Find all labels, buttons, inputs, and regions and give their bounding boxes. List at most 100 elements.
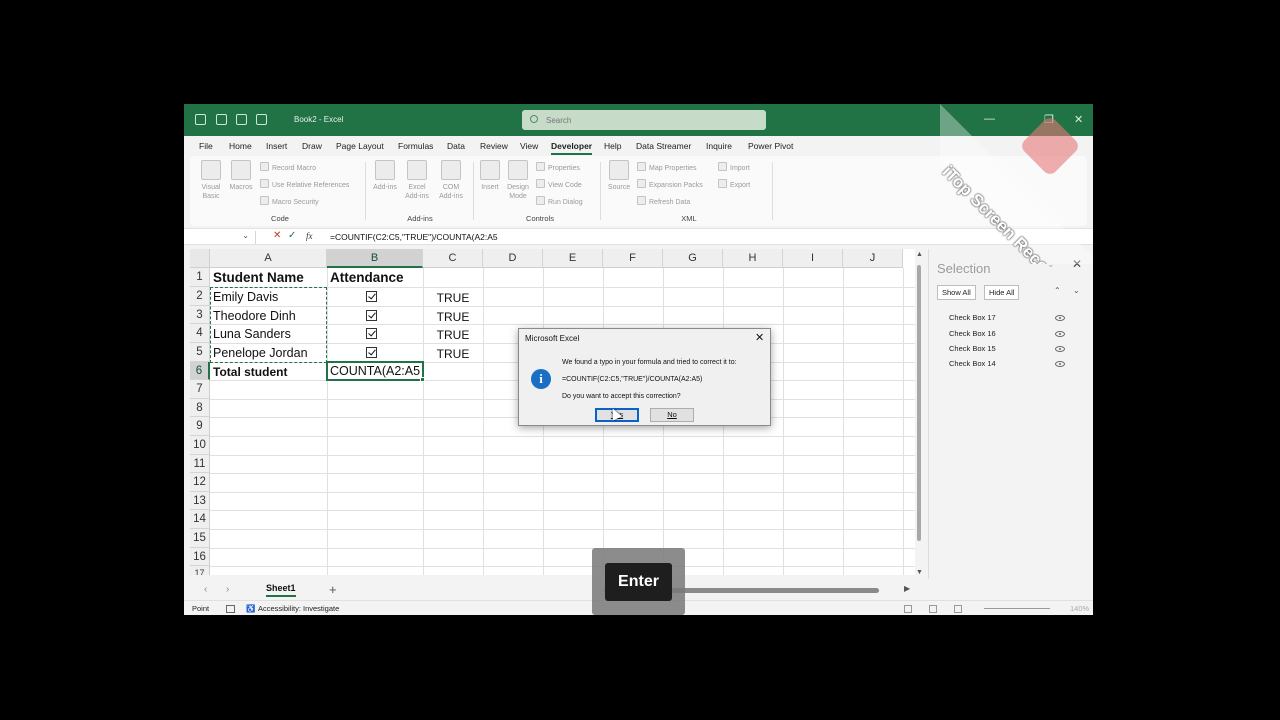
accessibility-status[interactable]: Accessibility: Investigate xyxy=(258,604,339,613)
tab-power-pivot[interactable]: Power Pivot xyxy=(748,141,793,151)
column-header[interactable]: D xyxy=(483,249,543,268)
page-layout-view-icon[interactable] xyxy=(929,605,937,613)
scroll-down-icon[interactable]: ▼ xyxy=(915,569,924,576)
row-header[interactable]: 4 xyxy=(190,324,210,343)
close-icon[interactable]: ✕ xyxy=(1072,257,1082,271)
normal-view-icon[interactable] xyxy=(904,605,912,613)
attendance-checkbox[interactable] xyxy=(366,310,377,321)
search-input[interactable] xyxy=(546,113,746,127)
cell-status[interactable]: TRUE xyxy=(423,291,483,305)
column-header[interactable]: H xyxy=(723,249,783,268)
row-header[interactable]: 5 xyxy=(190,343,210,362)
cell-status[interactable]: TRUE xyxy=(423,310,483,324)
tab-review[interactable]: Review xyxy=(480,141,508,151)
cell-a1[interactable]: Student Name xyxy=(213,270,304,285)
import-button[interactable]: Import xyxy=(718,162,750,172)
tab-draw[interactable]: Draw xyxy=(302,141,322,151)
sheet-tab-sheet1[interactable]: Sheet1 xyxy=(266,583,296,597)
cell-a6[interactable]: Total student xyxy=(213,365,287,379)
relative-references-button[interactable]: Use Relative References xyxy=(260,179,349,189)
page-break-view-icon[interactable] xyxy=(954,605,962,613)
select-all-button[interactable] xyxy=(190,249,210,268)
tab-insert[interactable]: Insert xyxy=(266,141,287,151)
view-code-button[interactable]: View Code xyxy=(536,179,582,189)
row-header[interactable]: 6 xyxy=(190,362,210,380)
export-button[interactable]: Export xyxy=(718,179,750,189)
add-sheet-button[interactable]: + xyxy=(329,582,337,597)
column-header[interactable]: I xyxy=(783,249,843,268)
name-box[interactable]: ⌄ xyxy=(190,231,256,244)
macro-security-button[interactable]: Macro Security xyxy=(260,196,319,206)
undo-icon[interactable] xyxy=(236,114,247,125)
send-backward-icon[interactable]: ⌄ xyxy=(1073,286,1080,295)
chevron-left-icon[interactable]: ‹ xyxy=(204,584,207,595)
row-header[interactable]: 8 xyxy=(190,399,210,417)
insert-control-button[interactable]: Insert xyxy=(478,160,502,192)
minimize-icon[interactable]: — xyxy=(984,113,995,125)
com-add-ins-button[interactable]: COM Add-ins xyxy=(436,160,466,201)
eye-icon[interactable] xyxy=(1055,331,1065,337)
column-header[interactable]: J xyxy=(843,249,903,268)
enter-icon[interactable]: ✓ xyxy=(288,230,296,241)
map-properties-button[interactable]: Map Properties xyxy=(637,162,696,172)
row-header[interactable]: 9 xyxy=(190,417,210,436)
insert-function-button[interactable]: fx xyxy=(306,231,313,241)
source-button[interactable]: Source xyxy=(606,160,632,192)
selection-item[interactable]: Check Box 16 xyxy=(949,329,996,338)
eye-icon[interactable] xyxy=(1055,346,1065,352)
hide-all-button[interactable]: Hide All xyxy=(984,285,1020,300)
tab-inquire[interactable]: Inquire xyxy=(706,141,732,151)
column-header[interactable]: C xyxy=(423,249,483,268)
selection-item[interactable]: Check Box 14 xyxy=(949,359,996,368)
eye-icon[interactable] xyxy=(1055,361,1065,367)
tab-view[interactable]: View xyxy=(520,141,538,151)
add-ins-button[interactable]: Add-ins xyxy=(372,160,398,192)
tab-data-streamer[interactable]: Data Streamer xyxy=(636,141,691,151)
autosave-icon[interactable] xyxy=(195,114,206,125)
row-header[interactable]: 7 xyxy=(190,380,210,399)
tab-page-layout[interactable]: Page Layout xyxy=(336,141,384,151)
close-icon[interactable]: ✕ xyxy=(755,331,764,344)
tab-data[interactable]: Data xyxy=(447,141,465,151)
attendance-checkbox[interactable] xyxy=(366,328,377,339)
column-header[interactable]: B xyxy=(327,249,423,268)
cancel-icon[interactable]: ✕ xyxy=(273,230,281,241)
row-header[interactable]: 16 xyxy=(190,548,210,566)
record-macro-button[interactable]: Record Macro xyxy=(260,162,316,172)
column-header[interactable]: F xyxy=(603,249,663,268)
bring-forward-icon[interactable]: ⌃ xyxy=(1054,286,1061,295)
redo-icon[interactable] xyxy=(256,114,267,125)
no-button[interactable]: No xyxy=(650,408,694,422)
row-header[interactable]: 17 xyxy=(190,566,210,575)
properties-button[interactable]: Properties xyxy=(536,162,580,172)
excel-add-ins-button[interactable]: Excel Add-ins xyxy=(402,160,432,201)
eye-icon[interactable] xyxy=(1055,315,1065,321)
attendance-checkbox[interactable] xyxy=(366,347,377,358)
attendance-checkbox[interactable] xyxy=(366,291,377,302)
row-header[interactable]: 1 xyxy=(190,268,210,287)
chevron-right-icon[interactable]: › xyxy=(226,584,229,595)
row-header[interactable]: 14 xyxy=(190,510,210,529)
macro-record-icon[interactable] xyxy=(226,605,235,613)
vertical-scrollbar[interactable]: ▲ ▼ xyxy=(915,249,924,579)
row-header[interactable]: 13 xyxy=(190,492,210,510)
macros-button[interactable]: Macros xyxy=(228,160,254,192)
cell-edit-text[interactable]: COUNTA(A2:A5 xyxy=(330,364,420,378)
row-header[interactable]: 15 xyxy=(190,529,210,548)
scroll-up-icon[interactable]: ▲ xyxy=(915,251,924,258)
scroll-right-icon[interactable]: ▶ xyxy=(904,584,910,593)
row-header[interactable]: 2 xyxy=(190,287,210,306)
formula-input[interactable]: =COUNTIF(C2:C5,"TRUE")/COUNTA(A2:A5 xyxy=(330,232,498,242)
selection-item[interactable]: Check Box 15 xyxy=(949,344,996,353)
visual-basic-button[interactable]: Visual Basic xyxy=(196,160,226,201)
chevron-down-icon[interactable]: ⌄ xyxy=(1047,259,1055,270)
active-cell-b6[interactable]: COUNTA(A2:A5 xyxy=(326,361,425,382)
tab-home[interactable]: Home xyxy=(229,141,252,151)
scroll-thumb[interactable] xyxy=(917,265,921,541)
run-dialog-button[interactable]: Run Dialog xyxy=(536,196,583,206)
refresh-data-button[interactable]: Refresh Data xyxy=(637,196,690,206)
selection-item[interactable]: Check Box 17 xyxy=(949,313,996,322)
tab-help[interactable]: Help xyxy=(604,141,621,151)
tab-formulas[interactable]: Formulas xyxy=(398,141,433,151)
show-all-button[interactable]: Show All xyxy=(937,285,976,300)
